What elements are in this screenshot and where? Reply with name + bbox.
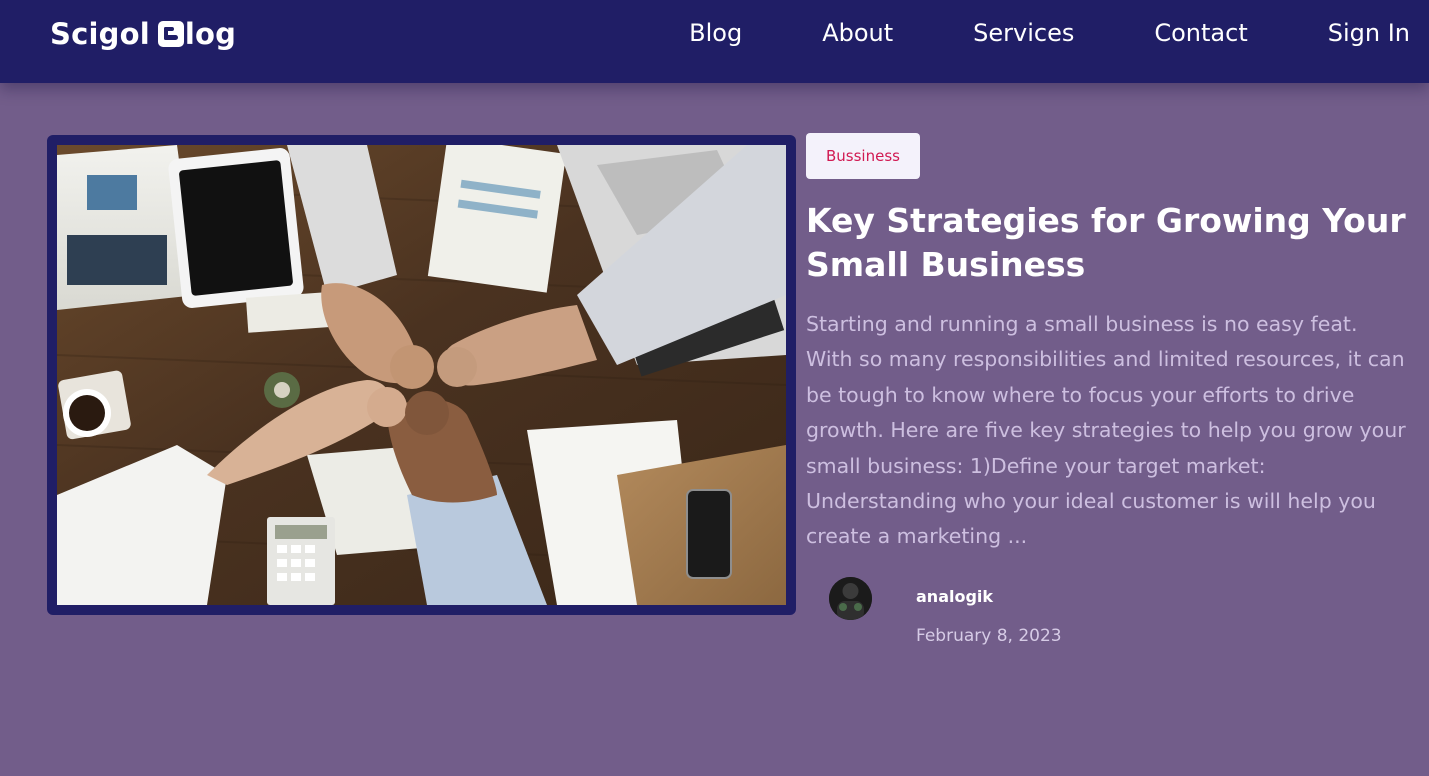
- post-excerpt: Starting and running a small business is…: [806, 312, 1406, 549]
- logo-text-left: Scigol: [50, 17, 150, 51]
- nav-link-sign-in[interactable]: Sign In: [1328, 19, 1410, 47]
- top-navbar: Scigol log Blog About Services Contact S…: [0, 0, 1429, 83]
- post-date: February 8, 2023: [916, 626, 1062, 646]
- site-logo[interactable]: Scigol log: [50, 14, 236, 54]
- category-badge[interactable]: Bussiness: [806, 133, 920, 179]
- author-avatar[interactable]: [829, 577, 872, 620]
- featured-image-frame[interactable]: [47, 135, 796, 615]
- nav-link-services[interactable]: Services: [973, 19, 1074, 47]
- post-title[interactable]: Key Strategies for Growing Your Small Bu…: [806, 199, 1406, 287]
- author-name[interactable]: analogik: [916, 587, 993, 606]
- nav-link-contact[interactable]: Contact: [1154, 19, 1247, 47]
- main-nav: Blog About Services Contact Sign In: [689, 0, 1410, 66]
- blogger-b-icon: [157, 21, 184, 47]
- featured-image: [57, 145, 786, 605]
- logo-text-right: log: [184, 17, 237, 51]
- nav-link-blog[interactable]: Blog: [689, 19, 742, 47]
- avatar-image: [829, 577, 872, 620]
- nav-link-about[interactable]: About: [822, 19, 893, 47]
